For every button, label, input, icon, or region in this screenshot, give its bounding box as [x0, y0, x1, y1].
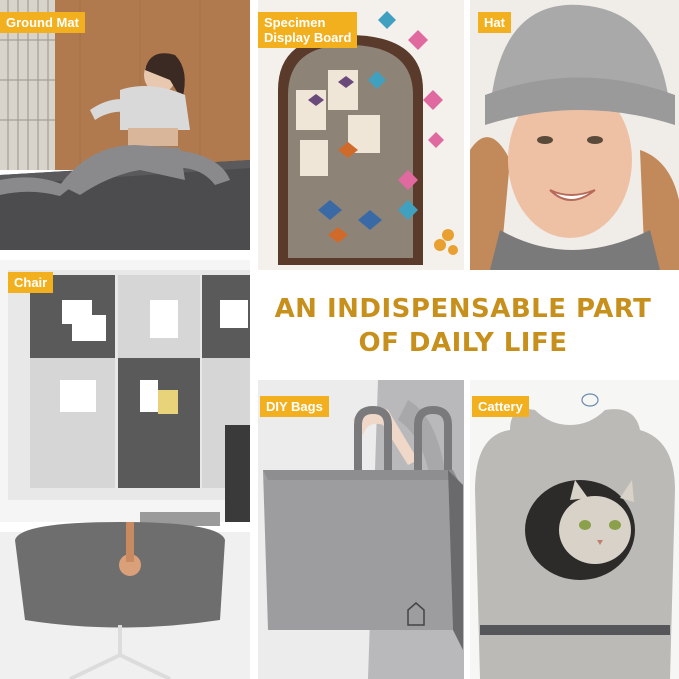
diy-bags-illustration: [258, 380, 464, 679]
specimen-board-photo: Specimen Display Board: [258, 0, 464, 270]
ground-mat-illustration: [0, 0, 250, 250]
ground-mat-photo: Ground Mat: [0, 0, 250, 250]
hat-illustration: [470, 0, 679, 270]
tile-label-specimen-display-board: Specimen Display Board: [258, 12, 358, 48]
headline-line-2: OF DAILY LIFE: [358, 328, 568, 358]
diy-bags-photo: DIY Bags: [258, 380, 464, 679]
chair-photo: Chair: [0, 260, 250, 679]
tile-label-hat: Hat: [478, 12, 511, 33]
chair-illustration: [0, 260, 250, 679]
cattery-photo: Cattery: [470, 380, 679, 679]
tile-label-chair: Chair: [8, 272, 54, 293]
headline-line-1: AN INDISPENSABLE PART: [274, 294, 652, 324]
tile-label-cattery: Cattery: [472, 396, 529, 417]
tile-label-diy-bags: DIY Bags: [260, 396, 329, 417]
headline: AN INDISPENSABLE PART OF DAILY LIFE: [258, 292, 668, 360]
cattery-illustration: [470, 380, 679, 679]
hat-photo: Hat: [470, 0, 679, 270]
tile-label-ground-mat: Ground Mat: [0, 12, 85, 33]
